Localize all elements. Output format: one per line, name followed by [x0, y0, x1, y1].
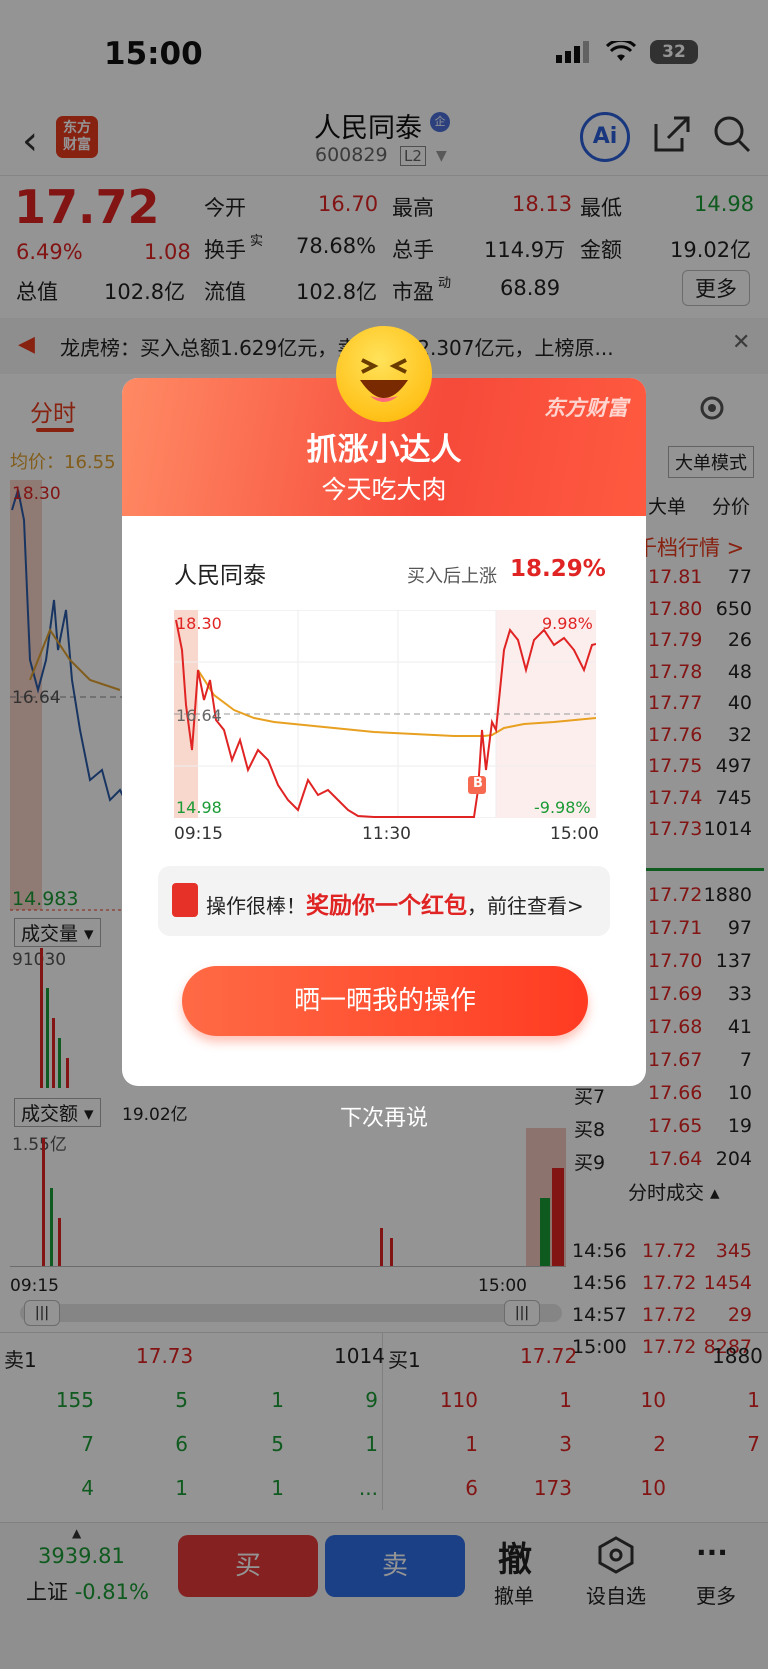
maybe-later-link[interactable]: 下次再说 [0, 1100, 768, 1132]
red-packet-text: 操作很棒！奖励你一个红包，前往查看> [206, 893, 584, 919]
modal-x-start: 09:15 [174, 824, 223, 844]
red-packet-icon [172, 883, 198, 917]
rise-label: 买入后上涨 [407, 566, 497, 587]
red-packet-banner[interactable]: 操作很棒！奖励你一个红包，前往查看> [158, 866, 610, 936]
achievement-modal: 东方财富 抓涨小达人 今天吃大肉 人民同泰 买入后上涨 18.29% 18.30… [122, 378, 646, 1086]
brand-watermark: 东方财富 [544, 396, 628, 420]
modal-chart-mid: 16.64 [176, 706, 222, 725]
modal-chart-svg [173, 609, 597, 819]
modal-chart [173, 609, 597, 819]
modal-title: 抓涨小达人 [306, 432, 462, 468]
modal-stock-name: 人民同泰 [174, 563, 266, 589]
modal-chart-low: 14.98 [176, 798, 222, 817]
modal-subtitle: 今天吃大肉 [321, 475, 447, 504]
rise-value: 18.29% [510, 556, 606, 582]
laughing-emoji-icon [336, 326, 432, 422]
laughing-face [360, 358, 408, 402]
modal-chart-high: 18.30 [176, 614, 222, 633]
buy-marker: B [473, 776, 483, 791]
modal-x-mid: 11:30 [362, 824, 411, 844]
modal-chart-up: 9.98% [542, 614, 593, 633]
modal-chart-down: -9.98% [534, 798, 591, 817]
share-operation-button[interactable]: 晒一晒我的操作 [182, 966, 588, 1036]
modal-x-end: 15:00 [550, 824, 599, 844]
